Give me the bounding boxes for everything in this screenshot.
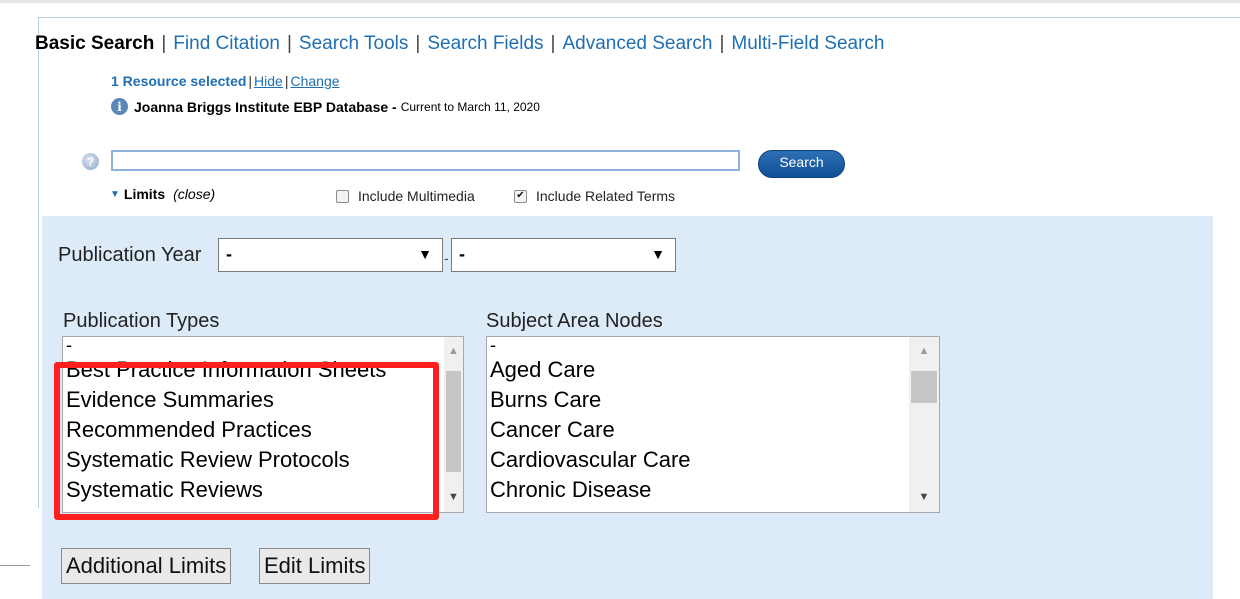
- include-related-terms-label: Include Related Terms: [536, 188, 676, 204]
- list-item[interactable]: Cancer Care: [487, 415, 939, 445]
- subject-area-nodes-label: Subject Area Nodes: [486, 310, 663, 332]
- scrollbar-thumb[interactable]: [911, 371, 937, 403]
- list-item[interactable]: -: [63, 337, 463, 355]
- highlight-box: [54, 362, 439, 520]
- tab-search-fields[interactable]: Search Fields: [427, 33, 543, 54]
- include-multimedia-label: Include Multimedia: [358, 188, 475, 204]
- scroll-down-icon[interactable]: ▼: [909, 488, 939, 506]
- divider-stub: [0, 565, 30, 566]
- publication-year-from-select[interactable]: - ▼: [218, 238, 443, 272]
- tab-separator: |: [719, 33, 725, 54]
- scrollbar-thumb[interactable]: [446, 371, 461, 472]
- resource-count: 1 Resource selected: [111, 73, 247, 89]
- tab-find-citation[interactable]: Find Citation: [173, 33, 280, 54]
- publication-year-to-select[interactable]: - ▼: [451, 238, 676, 272]
- info-icon[interactable]: i: [111, 98, 128, 115]
- change-link[interactable]: Change: [290, 73, 339, 89]
- include-related-terms-option[interactable]: ✔ Include Related Terms: [514, 188, 675, 204]
- tab-multi-field-search[interactable]: Multi-Field Search: [731, 33, 884, 54]
- tab-separator: |: [286, 33, 292, 54]
- range-separator: -: [444, 250, 449, 266]
- limits-toggle[interactable]: ▼ Limits (close): [110, 186, 215, 202]
- search-input[interactable]: [111, 150, 740, 171]
- tab-separator: |: [161, 33, 167, 54]
- list-item[interactable]: Aged Care: [487, 355, 939, 385]
- tab-separator: |: [550, 33, 556, 54]
- scrollbar[interactable]: ▲ ▼: [909, 337, 939, 512]
- hide-link[interactable]: Hide: [254, 73, 283, 89]
- database-currency: Current to March 11, 2020: [400, 99, 540, 114]
- publication-year-label: Publication Year: [58, 244, 202, 266]
- limits-label: Limits: [123, 186, 166, 202]
- search-button[interactable]: Search: [758, 150, 845, 178]
- database-line: i Joanna Briggs Institute EBP Database -…: [111, 98, 540, 115]
- scrollbar[interactable]: ▲ ▼: [444, 337, 463, 512]
- help-icon[interactable]: ?: [82, 153, 99, 170]
- dropdown-arrow-icon: ▼: [418, 246, 432, 262]
- database-name: Joanna Briggs Institute EBP Database -: [134, 98, 397, 115]
- publication-types-label: Publication Types: [63, 310, 220, 332]
- edit-limits-button[interactable]: Edit Limits: [259, 548, 371, 584]
- scroll-up-icon[interactable]: ▲: [909, 342, 939, 360]
- scroll-down-icon[interactable]: ▼: [444, 488, 463, 506]
- chevron-down-icon: ▼: [110, 188, 120, 200]
- tab-search-tools[interactable]: Search Tools: [299, 33, 409, 54]
- tab-separator: |: [415, 33, 421, 54]
- dropdown-arrow-icon: ▼: [651, 246, 665, 262]
- include-multimedia-checkbox[interactable]: [336, 189, 349, 203]
- list-item[interactable]: Cardiovascular Care: [487, 445, 939, 475]
- subject-area-nodes-listbox[interactable]: - Aged Care Burns Care Cancer Care Cardi…: [486, 336, 940, 513]
- include-related-terms-checkbox[interactable]: ✔: [514, 189, 527, 203]
- search-frame-top-border: [38, 17, 1240, 18]
- search-frame-left-border: [38, 17, 39, 508]
- publication-year-to-value: -: [459, 244, 465, 264]
- scroll-up-icon[interactable]: ▲: [444, 342, 463, 360]
- list-item[interactable]: Chronic Disease: [487, 475, 939, 505]
- pipe-separator: |: [284, 73, 289, 89]
- list-item[interactable]: Burns Care: [487, 385, 939, 415]
- pipe-separator: |: [248, 73, 253, 89]
- tab-basic-search[interactable]: Basic Search: [35, 33, 154, 54]
- tab-advanced-search[interactable]: Advanced Search: [562, 33, 712, 54]
- resource-selection-line: 1 Resource selected | Hide | Change: [111, 73, 340, 89]
- search-tabs: Basic Search | Find Citation | Search Tools |…: [35, 33, 885, 55]
- include-multimedia-option[interactable]: Include Multimedia: [336, 188, 475, 204]
- top-divider: [0, 0, 1240, 3]
- limits-close-link[interactable]: (close): [173, 186, 215, 202]
- publication-year-from-value: -: [226, 244, 232, 264]
- additional-limits-button[interactable]: Additional Limits: [61, 548, 232, 584]
- list-item[interactable]: -: [487, 337, 939, 355]
